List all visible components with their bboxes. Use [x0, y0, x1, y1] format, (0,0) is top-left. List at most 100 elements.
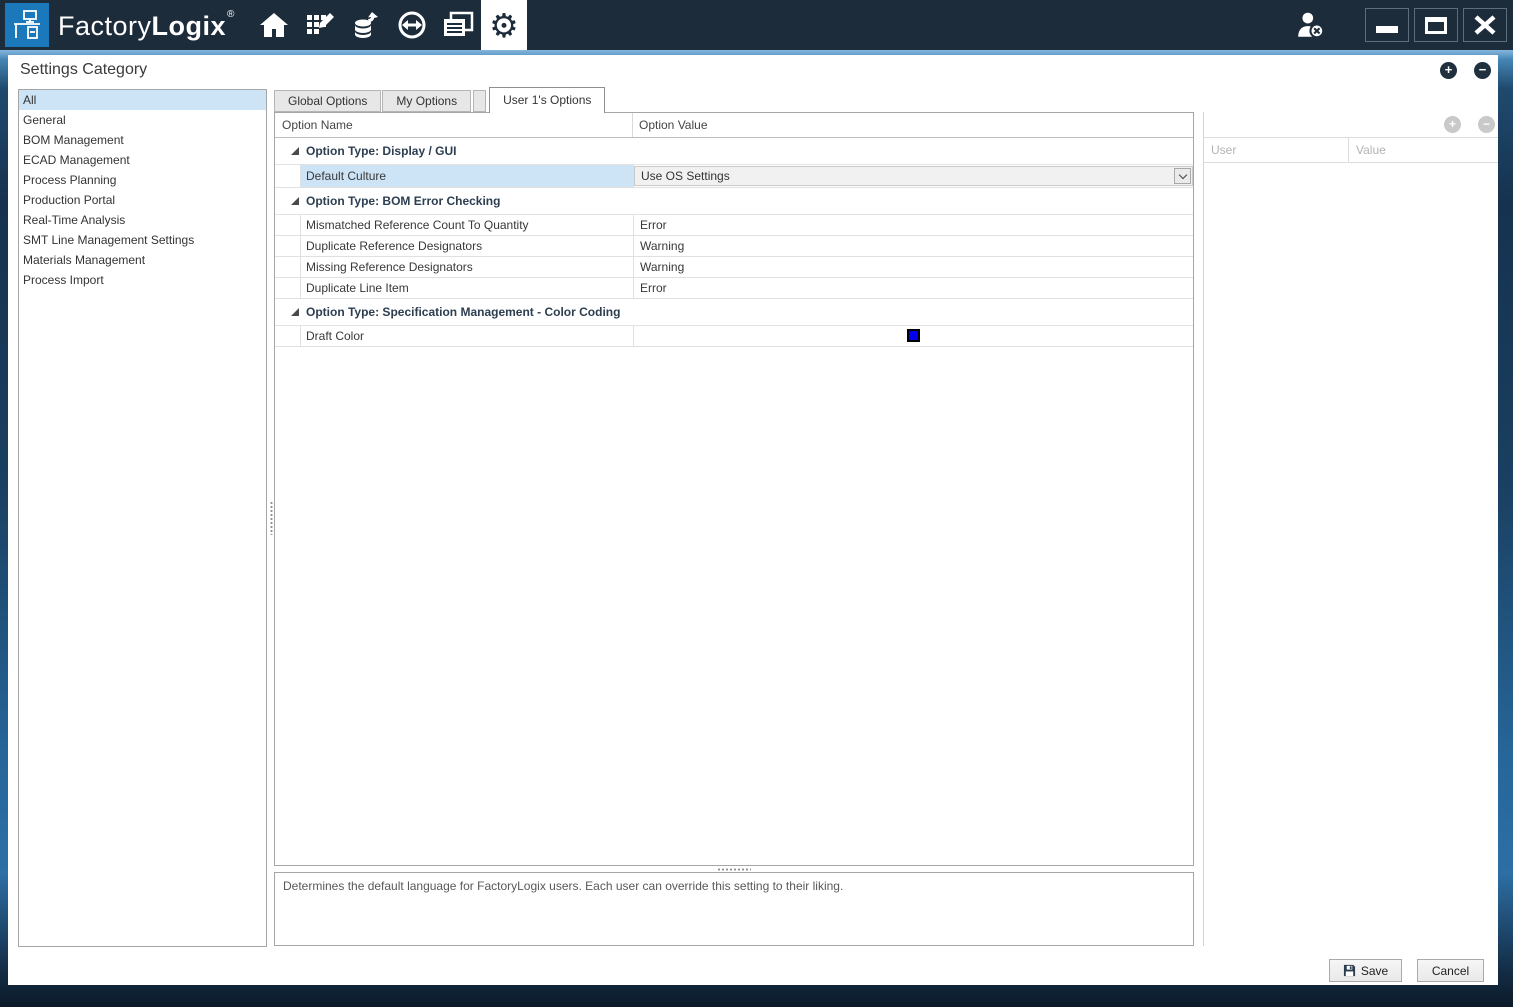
option-group-label: Option Type: Specification Management - … — [306, 305, 620, 319]
desk-icon — [10, 8, 44, 42]
tab-spacer — [473, 90, 486, 112]
sidebar-item-general[interactable]: General — [19, 110, 266, 130]
minimize-icon — [1376, 26, 1398, 33]
column-header-option-name[interactable]: Option Name — [275, 113, 633, 137]
column-header-user[interactable]: User — [1204, 138, 1349, 162]
sidebar-item-process-import[interactable]: Process Import — [19, 270, 266, 290]
option-value-cell[interactable] — [633, 326, 1193, 346]
process-planning-button[interactable] — [297, 0, 343, 50]
add-category-button[interactable]: + — [1440, 62, 1457, 79]
main-nav: ⚙ — [251, 0, 527, 50]
settings-category-list: AllGeneralBOM ManagementECAD ManagementP… — [18, 89, 267, 947]
chevron-down-icon[interactable] — [1174, 168, 1191, 184]
option-row-missing-reference-designators[interactable]: Missing Reference Designators Warning — [275, 257, 1193, 278]
sidebar-item-real-time-analysis[interactable]: Real-Time Analysis — [19, 210, 266, 230]
sidebar-item-smt-line-management-settings[interactable]: SMT Line Management Settings — [19, 230, 266, 250]
option-group-header-option-type-bom-error-checking[interactable]: Option Type: BOM Error Checking — [275, 188, 1193, 215]
close-button[interactable] — [1463, 8, 1507, 42]
row-indent — [275, 215, 301, 235]
option-name-cell: Default Culture — [301, 165, 633, 187]
titlebar: FactoryLogix® — [0, 0, 1513, 50]
overrides-toolbar: + − — [1204, 112, 1498, 137]
option-group-label: Option Type: BOM Error Checking — [306, 194, 500, 208]
option-group-header-option-type-display-gui[interactable]: Option Type: Display / GUI — [275, 138, 1193, 165]
add-override-button[interactable]: + — [1444, 116, 1461, 133]
minimize-button[interactable] — [1365, 8, 1409, 42]
splitter-grip[interactable] — [717, 868, 751, 871]
materials-button[interactable] — [343, 0, 389, 50]
option-value-text: Error — [640, 281, 667, 295]
option-value-cell[interactable]: Warning — [633, 236, 1193, 256]
sidebar-item-materials-management[interactable]: Materials Management — [19, 250, 266, 270]
user-x-icon — [1295, 10, 1327, 40]
overrides-table-header: User Value — [1204, 137, 1498, 163]
option-value-text: Warning — [640, 260, 684, 274]
option-name-cell: Missing Reference Designators — [301, 257, 633, 277]
option-value-text: Warning — [640, 239, 684, 253]
column-header-option-value[interactable]: Option Value — [633, 113, 1193, 137]
database-arrow-icon — [350, 10, 382, 40]
option-row-duplicate-line-item[interactable]: Duplicate Line Item Error — [275, 278, 1193, 299]
option-value-cell[interactable]: Error — [633, 278, 1193, 298]
grid-pencil-icon — [304, 10, 336, 40]
maximize-button[interactable] — [1414, 8, 1458, 42]
options-table-header: Option Name Option Value — [275, 113, 1193, 138]
options-main: Global OptionsMy Options User 1's Options… — [274, 86, 1194, 866]
chevron-glyph — [1178, 170, 1186, 178]
factorylogix-window: { "titlebar": { "logo_light": "Factory",… — [0, 0, 1513, 1007]
sync-button[interactable] — [389, 0, 435, 50]
settings-button[interactable]: ⚙ — [481, 0, 527, 50]
sidebar-item-all[interactable]: All — [19, 90, 266, 110]
tab-user-1-s-options[interactable]: User 1's Options — [489, 87, 605, 113]
color-swatch[interactable] — [907, 329, 920, 342]
options-tabbar: Global OptionsMy Options User 1's Options — [274, 86, 1194, 112]
row-indent — [275, 278, 301, 298]
option-row-draft-color[interactable]: Draft Color — [275, 326, 1193, 347]
cancel-button-label: Cancel — [1432, 964, 1469, 978]
row-indent — [275, 165, 301, 187]
save-button[interactable]: Save — [1329, 959, 1402, 982]
tab-my-options[interactable]: My Options — [382, 90, 471, 112]
option-name-cell: Duplicate Line Item — [301, 278, 633, 298]
option-name-cell: Mismatched Reference Count To Quantity — [301, 215, 633, 235]
option-row-duplicate-reference-designators[interactable]: Duplicate Reference DesignatorsWarning — [275, 236, 1193, 257]
sidebar-item-bom-management[interactable]: BOM Management — [19, 130, 266, 150]
window-frame: Settings Category + − AllGeneralBOM Mana… — [0, 50, 1513, 1007]
app-title-light: Factory — [58, 11, 152, 41]
close-icon — [1473, 15, 1497, 35]
option-description-box: Determines the default language for Fact… — [274, 872, 1194, 946]
home-button[interactable] — [251, 0, 297, 50]
option-value-cell[interactable]: Use OS Settings — [633, 165, 1193, 187]
settings-page: Settings Category + − AllGeneralBOM Mana… — [8, 55, 1498, 985]
row-indent — [275, 236, 301, 256]
option-value-text: Error — [640, 218, 667, 232]
page-title: Settings Category — [20, 61, 147, 79]
sync-arrows-icon — [396, 10, 428, 40]
option-row-default-culture[interactable]: Default CultureUse OS Settings — [275, 165, 1193, 188]
row-indent — [275, 257, 301, 277]
collapse-triangle-icon — [291, 147, 299, 155]
documents-button[interactable] — [435, 0, 481, 50]
option-value-cell[interactable]: Error — [633, 215, 1193, 235]
splitter-grip[interactable] — [270, 501, 273, 535]
save-button-label: Save — [1361, 964, 1388, 978]
sidebar-item-production-portal[interactable]: Production Portal — [19, 190, 266, 210]
gear-icon: ⚙ — [489, 9, 519, 42]
user-overrides-panel: + − User Value — [1203, 112, 1498, 946]
cancel-button[interactable]: Cancel — [1417, 959, 1484, 982]
sidebar-item-ecad-management[interactable]: ECAD Management — [19, 150, 266, 170]
sidebar-item-process-planning[interactable]: Process Planning — [19, 170, 266, 190]
app-logo — [5, 3, 49, 47]
remove-category-button[interactable]: − — [1474, 62, 1491, 79]
logout-user-button[interactable] — [1289, 3, 1333, 47]
option-value-dropdown[interactable]: Use OS Settings — [634, 166, 1193, 186]
documents-icon — [441, 10, 475, 40]
maximize-icon — [1425, 17, 1447, 34]
column-header-value[interactable]: Value — [1349, 138, 1498, 162]
option-row-mismatched-reference-count-to-quantity[interactable]: Mismatched Reference Count To Quantity Er… — [275, 215, 1193, 236]
option-value-cell[interactable]: Warning — [633, 257, 1193, 277]
option-group-header-option-type-specification-management-color-coding[interactable]: Option Type: Specification Management - … — [275, 299, 1193, 326]
option-group-label: Option Type: Display / GUI — [306, 144, 456, 158]
tab-global-options[interactable]: Global Options — [274, 90, 381, 112]
remove-override-button[interactable]: − — [1478, 116, 1495, 133]
